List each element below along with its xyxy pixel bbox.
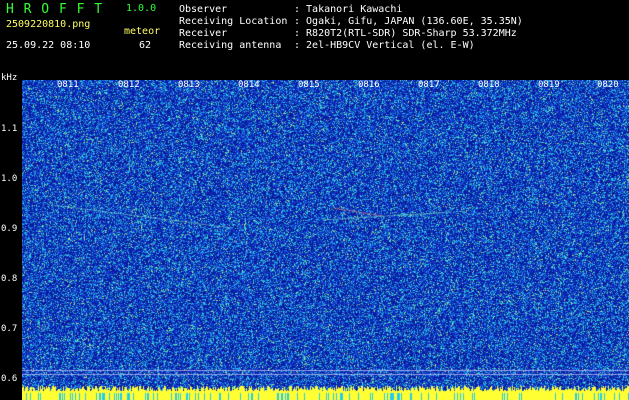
frequency-axis: 1.1 1.0 0.9 0.8 0.7 0.6 [0,80,22,400]
antenna-label: Receiving antenna [179,40,282,51]
y-tick: 0.7 [1,324,18,334]
time-tick: 0814 [238,80,260,90]
app-version: 1.0.0 [126,3,157,14]
y-tick: 1.0 [1,174,18,184]
file-name: 2509220810.png [6,19,91,30]
header-panel: H R O F F T 1.0.0 2509220810.png meteor … [0,0,629,83]
time-tick: 0816 [358,80,380,90]
observer-value: : Takanori Kawachi [294,4,403,15]
time-tick: 0817 [418,80,440,90]
time-tick: 0815 [298,80,320,90]
y-tick: 0.9 [1,224,18,234]
receiver-value: : R820T2(RTL-SDR) SDR-Sharp 53.372MHz [294,28,517,39]
y-tick: 1.1 [1,124,18,134]
time-tick: 0820 [597,80,619,90]
observer-label: Observer [179,4,228,15]
spectrogram-canvas [22,80,629,400]
y-tick: 0.8 [1,274,18,284]
receiver-label: Receiver [179,28,228,39]
app-title: H R O F F T [6,2,104,17]
meteor-count: 62 [139,40,152,51]
time-tick: 0811 [57,80,79,90]
spectrogram [22,80,629,400]
file-datetime: 25.09.22 08:10 [6,40,91,51]
time-tick: 0812 [118,80,140,90]
time-tick: 0819 [538,80,560,90]
time-tick: 0813 [178,80,200,90]
antenna-value: : 2el-HB9CV Vertical (el. E-W) [294,40,475,51]
time-tick: 0818 [478,80,500,90]
location-value: : Ogaki, Gifu, JAPAN (136.60E, 35.35N) [294,16,523,27]
location-label: Receiving Location [179,16,288,27]
y-tick: 0.6 [1,374,18,384]
meteor-label: meteor [124,26,161,37]
